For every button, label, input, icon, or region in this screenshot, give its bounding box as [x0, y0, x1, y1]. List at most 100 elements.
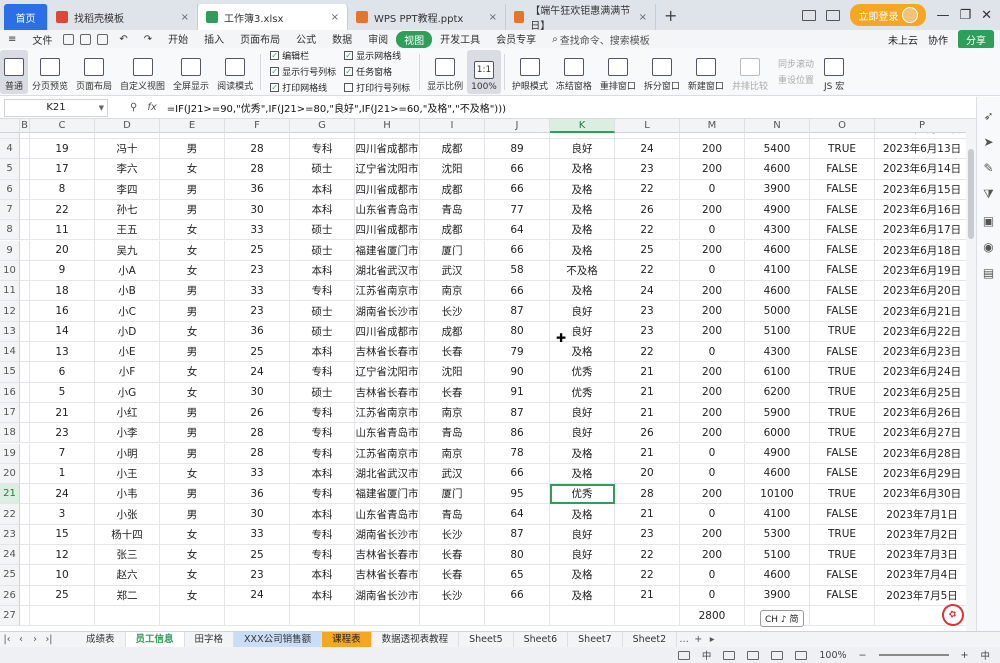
table-cell[interactable]: 王五 — [95, 220, 160, 241]
table-cell[interactable]: 成都 — [420, 220, 485, 241]
table-cell[interactable]: 小G — [95, 382, 160, 403]
share-button[interactable]: 分享 — [958, 29, 994, 49]
table-cell[interactable] — [20, 402, 30, 424]
name-box[interactable]: K21 ▼ — [4, 98, 108, 117]
table-cell[interactable]: 张三 — [95, 545, 160, 566]
table-cell[interactable]: 小C — [95, 301, 160, 322]
table-cell[interactable]: 四川省成都市 — [355, 179, 420, 200]
checkbox-box[interactable]: ✓ — [344, 51, 354, 60]
table-cell[interactable]: 孙七 — [95, 199, 160, 221]
table-cell[interactable]: 山东省青岛市 — [355, 423, 420, 444]
table-cell[interactable]: 2023年6月14日 — [875, 159, 966, 180]
table-cell[interactable]: 80 — [485, 321, 550, 342]
table-cell[interactable]: 小A — [95, 260, 160, 282]
table-cell[interactable]: 男 — [160, 179, 225, 200]
table-cell[interactable]: 22 — [615, 220, 680, 241]
row-header[interactable]: 24 — [0, 545, 20, 566]
tab-0[interactable]: 首页 — [4, 4, 48, 30]
table-cell[interactable]: 吉林省长春市 — [355, 565, 420, 586]
table-cell[interactable]: 及格 — [550, 281, 615, 302]
table-cell[interactable]: 90 — [485, 362, 550, 383]
table-cell[interactable]: 及格 — [550, 159, 615, 180]
table-cell[interactable]: 0 — [680, 504, 745, 525]
table-cell[interactable]: 成都 — [420, 179, 485, 200]
table-cell[interactable]: 吉林省长春市 — [355, 545, 420, 566]
menu-item-4[interactable]: 数据 — [324, 31, 360, 48]
table-cell[interactable]: 及格 — [550, 504, 615, 525]
table-cell[interactable]: 26 — [615, 423, 680, 444]
table-cell[interactable]: 25 — [225, 545, 290, 566]
table-cell[interactable]: 厦门 — [420, 240, 485, 261]
table-cell[interactable] — [550, 605, 615, 627]
table-cell[interactable]: FALSE — [810, 342, 875, 363]
table-cell[interactable]: 专科 — [290, 545, 355, 566]
layout-view-icon[interactable] — [771, 650, 784, 660]
table-cell[interactable]: 200 — [680, 139, 745, 160]
table-cell[interactable]: 66 — [485, 240, 550, 261]
table-cell[interactable]: 2023年6月15日 — [875, 180, 966, 200]
table-cell[interactable]: 0 — [680, 443, 745, 464]
table-cell[interactable]: 男 — [160, 504, 225, 525]
table-cell[interactable]: 本科 — [290, 504, 355, 525]
table-cell[interactable]: 女 — [160, 382, 225, 403]
table-cell[interactable]: 4600 — [745, 281, 810, 302]
table-cell[interactable]: 21 — [615, 402, 680, 424]
table-cell[interactable]: 24 — [30, 484, 95, 505]
row-header[interactable]: 19 — [0, 443, 20, 464]
table-cell[interactable]: 2023年6月22日 — [875, 322, 966, 342]
table-cell[interactable]: 22 — [615, 179, 680, 200]
table-cell[interactable]: 男 — [160, 199, 225, 221]
eye-icon[interactable] — [677, 650, 690, 660]
column-header-I[interactable]: I — [420, 119, 485, 133]
table-cell[interactable]: 四川省成都市 — [355, 321, 420, 342]
table-cell[interactable]: 200 — [680, 281, 745, 302]
checkbox-box[interactable]: ✓ — [270, 83, 280, 92]
login-button[interactable]: 立即登录 — [850, 4, 927, 26]
table-cell[interactable]: 女 — [160, 524, 225, 545]
table-cell[interactable]: FALSE — [810, 281, 875, 302]
page-view-icon[interactable] — [747, 650, 760, 660]
table-cell[interactable] — [20, 159, 30, 180]
table-cell[interactable]: 36 — [225, 179, 290, 200]
table-cell[interactable]: 2023年7月1日 — [875, 504, 966, 525]
table-cell[interactable]: 25 — [225, 240, 290, 261]
table-cell[interactable]: 专科 — [290, 281, 355, 302]
table-cell[interactable] — [20, 179, 30, 200]
table-cell[interactable]: 4100 — [745, 260, 810, 282]
table-cell[interactable]: 2023年6月27日 — [875, 423, 966, 444]
table-cell[interactable]: 长春 — [420, 382, 485, 403]
checkbox-5[interactable]: 打印行号列标 — [344, 81, 410, 94]
zoom-in-icon[interactable]: + — [961, 650, 969, 661]
checkbox-2[interactable]: ✓ 显示行号列标 — [270, 65, 336, 78]
scroll-sheets-icon[interactable]: ▸ — [705, 634, 719, 645]
table-cell[interactable]: 87 — [485, 524, 550, 545]
table-cell[interactable]: 4600 — [745, 240, 810, 261]
table-cell[interactable]: 9 — [30, 260, 95, 282]
ribbon-button-ribbon-buttons_left-4[interactable]: 全屏显示 — [169, 50, 213, 94]
table-cell[interactable]: 64 — [485, 220, 550, 241]
table-cell[interactable]: 200 — [680, 402, 745, 424]
table-cell[interactable]: 2800 — [680, 605, 745, 627]
table-cell[interactable]: 成都 — [420, 139, 485, 160]
checkbox-box[interactable] — [344, 83, 354, 92]
ribbon-button-ribbon-buttons_left-1[interactable]: 分页预览 — [28, 50, 72, 94]
table-cell[interactable]: 200 — [680, 484, 745, 505]
table-cell[interactable]: 江苏省南京市 — [355, 443, 420, 464]
column-header-K[interactable]: K — [550, 119, 615, 133]
table-cell[interactable]: 33 — [225, 463, 290, 485]
checkbox-box[interactable]: ✓ — [270, 67, 280, 76]
table-cell[interactable] — [30, 605, 95, 627]
grid-icon[interactable] — [826, 9, 841, 21]
table-cell[interactable]: 3 — [30, 504, 95, 525]
save-icon[interactable] — [63, 33, 75, 45]
table-cell[interactable]: 硕士 — [290, 301, 355, 322]
table-cell[interactable]: 0 — [680, 342, 745, 363]
table-cell[interactable]: 58 — [485, 260, 550, 282]
table-cell[interactable]: 200 — [680, 545, 745, 566]
table-cell[interactable]: 本科 — [290, 199, 355, 221]
column-header-G[interactable]: G — [290, 119, 355, 133]
table-cell[interactable]: 小张 — [95, 504, 160, 525]
row-header[interactable]: 10 — [0, 260, 20, 282]
table-cell[interactable]: 22 — [615, 260, 680, 282]
table-cell[interactable]: 硕士 — [290, 159, 355, 180]
